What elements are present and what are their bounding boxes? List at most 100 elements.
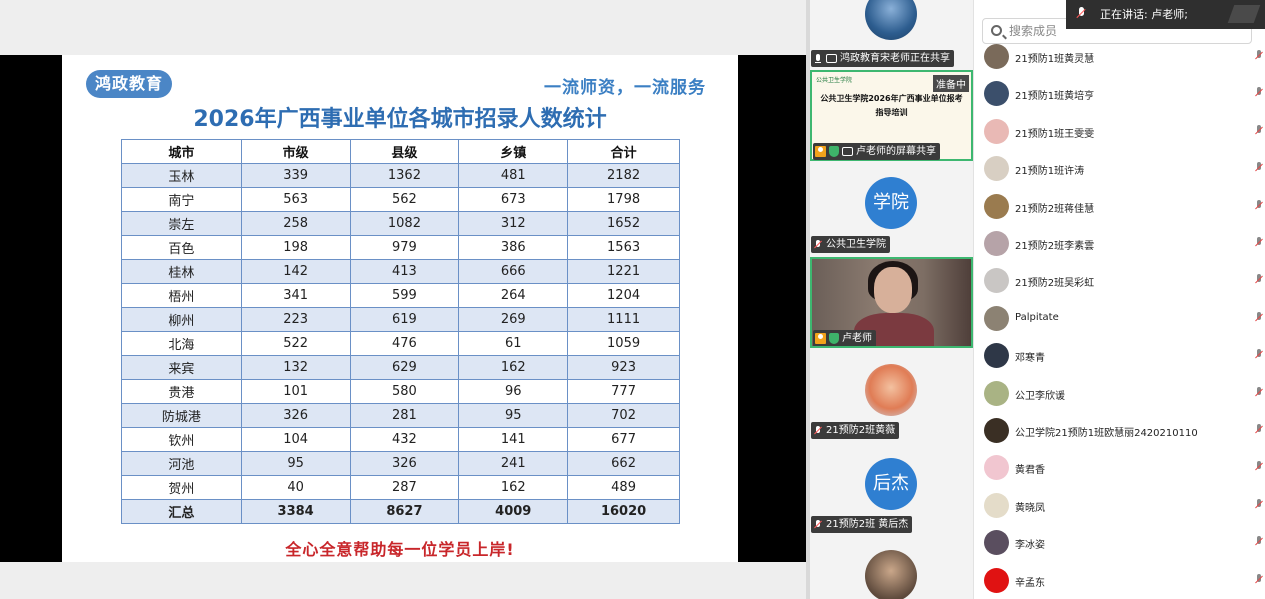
- muted-microphone-icon[interactable]: [1255, 87, 1263, 99]
- letterbox-right: [738, 55, 806, 562]
- table-cell: 崇左: [121, 211, 242, 236]
- table-cell: 258: [240, 211, 351, 236]
- screen-share-icon: [842, 147, 853, 156]
- table-cell: 来宾: [121, 355, 242, 380]
- muted-microphone-icon[interactable]: [1255, 461, 1263, 473]
- video-column[interactable]: 鸿政教育宋老师正在共享 公共卫生学院 准备中 公共卫生学院2026年广西事业单位…: [810, 0, 973, 599]
- member-item[interactable]: 21预防1班王雯雯: [974, 118, 1265, 149]
- muted-microphone-icon: [813, 425, 823, 437]
- table-cell: 326: [349, 451, 460, 476]
- table-total-row: 汇总 3384 8627 4009 16020: [121, 499, 680, 524]
- table-cell: 923: [567, 355, 680, 380]
- table-cell: 287: [349, 475, 460, 500]
- header-county-level: 县级: [349, 139, 460, 164]
- muted-microphone-icon[interactable]: [1255, 274, 1263, 286]
- table-cell: 95: [240, 451, 351, 476]
- table-row: 梧州 341 599 264 1204: [121, 283, 680, 308]
- screen-share-label: 卢老师的屏幕共享: [856, 146, 936, 157]
- muted-microphone-icon[interactable]: [1255, 424, 1263, 436]
- table-cell: 629: [349, 355, 460, 380]
- member-avatar: [984, 231, 1009, 256]
- tile-host[interactable]: 鸿政教育宋老师正在共享: [810, 0, 973, 70]
- table-row: 北海 522 476 61 1059: [121, 331, 680, 356]
- member-item[interactable]: 邓寒青: [974, 343, 1265, 373]
- table-total-cell: 汇总: [121, 499, 242, 524]
- presentation-slide: 鸿政教育 一流师资，一流服务 2026年广西事业单位各城市招录人数统计 城市 市…: [62, 55, 738, 562]
- houjie-label: 21预防2班 黄后杰: [826, 519, 909, 530]
- table-cell: 281: [349, 403, 460, 428]
- table-cell: 264: [458, 283, 569, 308]
- table-cell: 贺州: [121, 475, 242, 500]
- speaking-banner: 正在讲话: 卢老师;: [1066, 0, 1265, 29]
- table-total-cell: 3384: [240, 499, 351, 524]
- table-cell: 101: [240, 379, 351, 404]
- muted-microphone-icon[interactable]: [1255, 124, 1263, 137]
- table-cell: 1059: [567, 331, 680, 356]
- muted-microphone-icon[interactable]: [1255, 162, 1263, 174]
- member-name: 21预防1班黄培亨: [1015, 91, 1095, 103]
- shared-screen: 鸿政教育 一流师资，一流服务 2026年广西事业单位各城市招录人数统计 城市 市…: [0, 0, 806, 599]
- table-cell: 梧州: [121, 283, 242, 308]
- muted-microphone-icon[interactable]: [1255, 386, 1263, 399]
- table-cell: 673: [458, 187, 569, 212]
- table-row: 百色 198 979 386 1563: [121, 235, 680, 260]
- muted-microphone-icon[interactable]: [1255, 311, 1263, 324]
- table-row: 贵港 101 580 96 777: [121, 379, 680, 404]
- huangwei-name-tag: 21预防2班黄薇: [811, 422, 900, 439]
- screen-mini-logo: 公共卫生学院: [816, 77, 853, 84]
- header-city-level: 市级: [240, 139, 351, 164]
- tile-huangwei[interactable]: 21预防2班黄薇: [810, 352, 973, 442]
- muted-microphone-icon[interactable]: [1255, 498, 1263, 511]
- member-item[interactable]: 21预防2班蒋佳慧: [974, 193, 1265, 224]
- banner-decoration: [1227, 5, 1261, 23]
- member-item[interactable]: 21预防1班黄培亨: [974, 81, 1265, 111]
- table-cell: 95: [458, 403, 569, 428]
- member-item[interactable]: 21预防1班许涛: [974, 156, 1265, 186]
- muted-microphone-icon[interactable]: [1255, 50, 1263, 62]
- table-cell: 1111: [567, 307, 680, 332]
- member-item[interactable]: 21预防2班李素雲: [974, 231, 1265, 261]
- screen-share-tile[interactable]: 公共卫生学院 准备中 公共卫生学院2026年广西事业单位报考指导培训 卢老师的屏…: [810, 70, 973, 161]
- teacher-camera-tile[interactable]: 卢老师: [810, 257, 973, 348]
- screen-share-title: 公共卫生学院2026年广西事业单位报考指导培训: [820, 94, 963, 117]
- member-item[interactable]: Palpitate: [974, 305, 1265, 336]
- member-name: 黄君香: [1015, 465, 1045, 477]
- member-item[interactable]: 公卫李欣谖: [974, 380, 1265, 411]
- table-total-cell: 8627: [349, 499, 460, 524]
- member-item[interactable]: 李冰姿: [974, 530, 1265, 560]
- share-top-margin: [0, 0, 806, 55]
- tile-houjie[interactable]: 后杰 21预防2班 黄后杰: [810, 446, 973, 538]
- muted-microphone-icon[interactable]: [1255, 573, 1263, 586]
- table-cell: 662: [567, 451, 680, 476]
- member-item[interactable]: 21预防1班黄灵慧: [974, 44, 1265, 74]
- college-name-tag: 公共卫生学院: [811, 236, 890, 253]
- muted-microphone-icon[interactable]: [1255, 536, 1263, 548]
- muted-microphone-icon[interactable]: [1255, 199, 1263, 212]
- table-cell: 柳州: [121, 307, 242, 332]
- cat-avatar: [865, 364, 917, 416]
- table-cell: 666: [458, 259, 569, 284]
- table-row: 柳州 223 619 269 1111: [121, 307, 680, 332]
- muted-microphone-icon: [813, 519, 823, 531]
- member-item[interactable]: 公卫学院21预防1班欧慧丽2420210110: [974, 418, 1265, 448]
- muted-microphone-icon[interactable]: [1255, 237, 1263, 249]
- tile-college[interactable]: 学院 公共卫生学院: [810, 165, 973, 257]
- muted-microphone-icon: [813, 239, 823, 251]
- member-name: 21预防1班王雯雯: [1015, 128, 1095, 140]
- table-cell: 386: [458, 235, 569, 260]
- table-cell: 百色: [121, 235, 242, 260]
- member-item[interactable]: 黄晓凤: [974, 492, 1265, 523]
- speaking-microphone-icon: [1075, 7, 1087, 21]
- member-name: 公卫学院21预防1班欧慧丽2420210110: [1015, 428, 1198, 439]
- member-item[interactable]: 辛孟东: [974, 567, 1265, 598]
- tile-partial[interactable]: [810, 545, 973, 599]
- screen-share-icon: [826, 54, 837, 63]
- member-item[interactable]: 黄君香: [974, 455, 1265, 485]
- muted-microphone-icon[interactable]: [1255, 349, 1263, 361]
- houjie-name-tag: 21预防2班 黄后杰: [811, 516, 913, 533]
- recruitment-table: 城市 市级 县级 乡镇 合计 玉林 339 1362 481 2182 南宁 563 562 6…: [121, 139, 680, 524]
- member-item[interactable]: 21预防2班吴彩虹: [974, 268, 1265, 298]
- member-avatar: [984, 380, 1009, 406]
- camera-name-tag: 卢老师: [813, 330, 876, 346]
- member-avatar: [984, 193, 1009, 219]
